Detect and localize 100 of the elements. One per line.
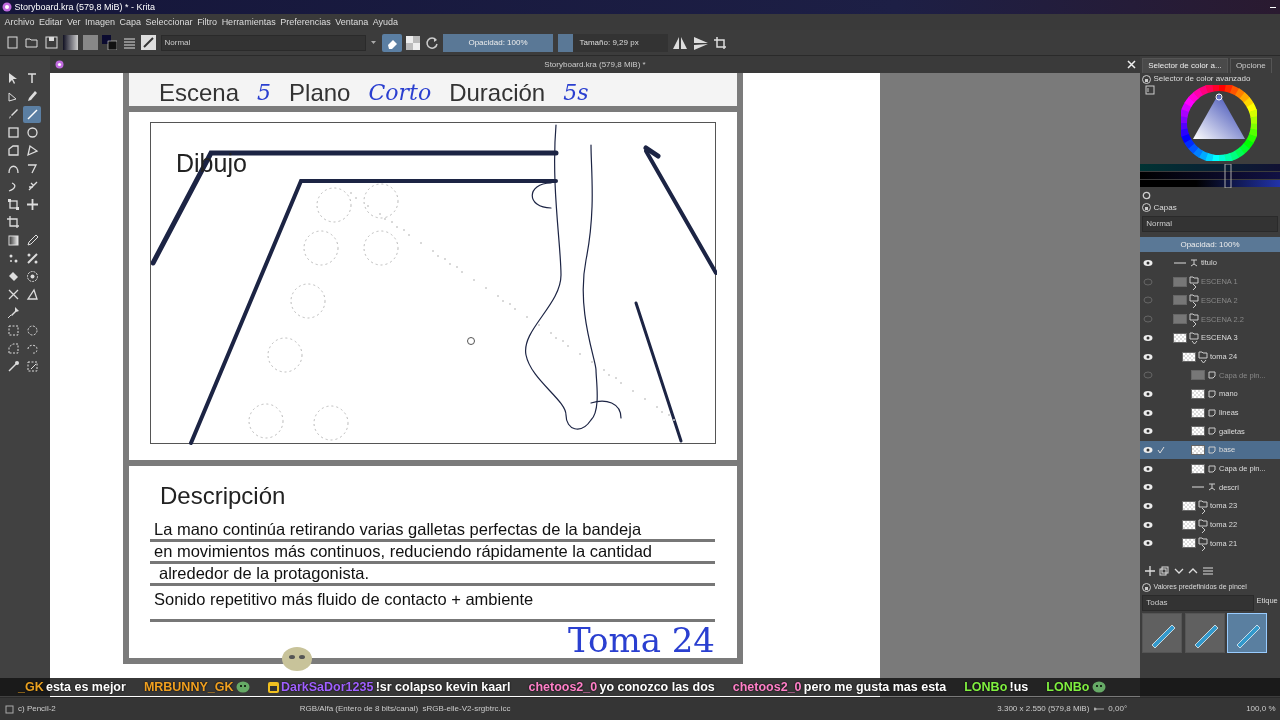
chevron-right-icon[interactable] xyxy=(1190,283,1198,290)
polygon-icon[interactable] xyxy=(5,143,21,158)
menu-icon[interactable] xyxy=(1202,565,1213,576)
eraser-mode-button[interactable] xyxy=(381,33,402,52)
color-swap-icon[interactable] xyxy=(102,35,117,50)
chevron-down-icon[interactable] xyxy=(1199,358,1207,365)
close-icon[interactable] xyxy=(1126,60,1136,69)
pin-icon[interactable] xyxy=(5,305,21,320)
blend-mode-dropdown[interactable]: Normal xyxy=(1142,216,1278,232)
dock-tab[interactable]: Selector de color a... xyxy=(1142,58,1228,74)
blend-mode-dropdown[interactable]: Normal xyxy=(160,34,366,51)
rectangle-icon[interactable] xyxy=(5,125,21,140)
ellipse-select-icon[interactable] xyxy=(24,323,40,338)
refresh-icon[interactable] xyxy=(1142,190,1152,200)
checker-alpha-icon[interactable] xyxy=(406,35,420,50)
eye-icon[interactable] xyxy=(1143,444,1153,455)
polygon-select-icon[interactable] xyxy=(5,341,21,356)
settings-list-icon[interactable] xyxy=(1144,85,1155,96)
chevron-right-icon[interactable] xyxy=(1199,508,1207,515)
duplicate-icon[interactable] xyxy=(1159,565,1169,576)
eye-icon[interactable] xyxy=(1143,258,1153,269)
measure-icon[interactable] xyxy=(24,287,40,302)
eye-icon[interactable] xyxy=(1143,388,1153,399)
handwritten-note: 5 xyxy=(257,80,272,106)
group-layer-icon xyxy=(1198,348,1208,359)
opacity-slider[interactable]: Opacidad: 100% xyxy=(443,33,553,52)
emote-icon xyxy=(235,681,250,693)
gradient-tool-icon[interactable] xyxy=(5,233,21,248)
menu-item[interactable]: Capa xyxy=(119,14,142,30)
group-layer-icon xyxy=(1189,292,1199,303)
enclose-fill-icon[interactable] xyxy=(24,269,40,284)
chevron-right-icon[interactable] xyxy=(1199,545,1207,552)
caret-down-icon[interactable] xyxy=(370,39,377,46)
chat-username: chetoos2_0 xyxy=(732,678,802,696)
polyline-icon[interactable] xyxy=(24,143,40,158)
similar-select-icon[interactable] xyxy=(24,359,40,374)
menu-item[interactable]: Ventana xyxy=(335,14,369,30)
chat-username: LONBo xyxy=(1046,678,1090,696)
color-sliders[interactable] xyxy=(1140,164,1280,189)
crop-icon[interactable] xyxy=(713,35,727,50)
menu-item[interactable]: Ver xyxy=(67,14,81,30)
dock-tab[interactable]: Opcione xyxy=(1229,58,1272,74)
move-icon[interactable] xyxy=(24,197,40,212)
eye-icon[interactable] xyxy=(1143,332,1153,343)
filter-dropdown[interactable]: Todas xyxy=(1142,594,1255,611)
rect-select-icon[interactable] xyxy=(5,323,21,338)
reload-icon[interactable] xyxy=(424,35,439,50)
layer-thumbnail xyxy=(1182,501,1196,512)
menu-item[interactable]: Imagen xyxy=(85,14,116,30)
group-layer-icon xyxy=(1198,498,1208,509)
size-slider[interactable]: Tamaño: 9,29 px xyxy=(557,33,668,52)
lock-icon[interactable] xyxy=(1142,582,1152,592)
menu-item[interactable]: Preferencias xyxy=(280,14,331,30)
brush-preset-icon[interactable] xyxy=(141,35,156,50)
layer-thumbnail xyxy=(1173,332,1187,343)
layer-thumbnail xyxy=(1173,295,1187,306)
chat-message: !sr colapso kevin kaarl xyxy=(375,678,511,696)
eyedropper-icon[interactable] xyxy=(24,233,40,248)
eye-icon[interactable] xyxy=(1143,463,1153,474)
pattern-swatch-icon[interactable] xyxy=(82,35,98,50)
menu-item[interactable]: Archivo xyxy=(4,14,35,30)
lock-icon[interactable] xyxy=(1142,203,1152,213)
brush-preset-thumbnail[interactable] xyxy=(1184,613,1225,653)
color-wheel-triangle[interactable] xyxy=(1180,85,1257,162)
eye-icon[interactable] xyxy=(1143,426,1153,437)
eye-icon[interactable] xyxy=(1143,519,1153,530)
menu-item[interactable]: Seleccionar xyxy=(145,14,193,30)
description-line: La mano continúa retirando varias galletas perfectas de la bandeja xyxy=(150,520,715,542)
group-layer-icon xyxy=(1189,329,1199,340)
eye-icon[interactable] xyxy=(1143,407,1153,418)
layer-thumbnail xyxy=(1191,370,1205,381)
chevron-right-icon[interactable] xyxy=(1190,321,1198,328)
lock-icon[interactable] xyxy=(1142,74,1152,84)
mirror-vertical-icon[interactable] xyxy=(692,34,709,51)
layer-thumbnail xyxy=(1182,519,1196,530)
chevron-right-icon[interactable] xyxy=(1190,302,1198,309)
transform-icon[interactable] xyxy=(5,197,21,212)
menu-item[interactable]: Editar xyxy=(39,14,63,30)
check-icon[interactable] xyxy=(1157,445,1165,454)
save-icon[interactable] xyxy=(43,35,59,50)
chevron-down-icon[interactable] xyxy=(1190,339,1198,346)
menu-item[interactable]: Filtro xyxy=(197,14,218,30)
eye-icon[interactable] xyxy=(1143,482,1153,493)
layer-opacity-slider[interactable]: Opacidad: 100% xyxy=(1140,236,1280,252)
emote-sticker-icon xyxy=(280,644,314,672)
brush-preset-thumbnail[interactable] xyxy=(1142,613,1183,653)
circle-icon[interactable] xyxy=(24,125,40,140)
paint-layer-icon xyxy=(1207,388,1217,399)
menu-item[interactable]: Ayuda xyxy=(372,14,399,30)
menu-item[interactable]: Herramientas xyxy=(221,14,276,30)
chevron-right-icon[interactable] xyxy=(1199,526,1207,533)
open-folder-icon[interactable] xyxy=(24,35,39,50)
list-icon[interactable] xyxy=(121,35,137,50)
eye-icon[interactable] xyxy=(1143,538,1153,549)
gradient-icon[interactable] xyxy=(63,35,78,50)
eye-icon[interactable] xyxy=(1143,351,1153,362)
new-document-icon[interactable] xyxy=(4,35,20,50)
add-icon[interactable] xyxy=(1144,565,1155,576)
eye-icon[interactable] xyxy=(1143,501,1153,512)
crop-tool-icon[interactable] xyxy=(5,215,21,230)
